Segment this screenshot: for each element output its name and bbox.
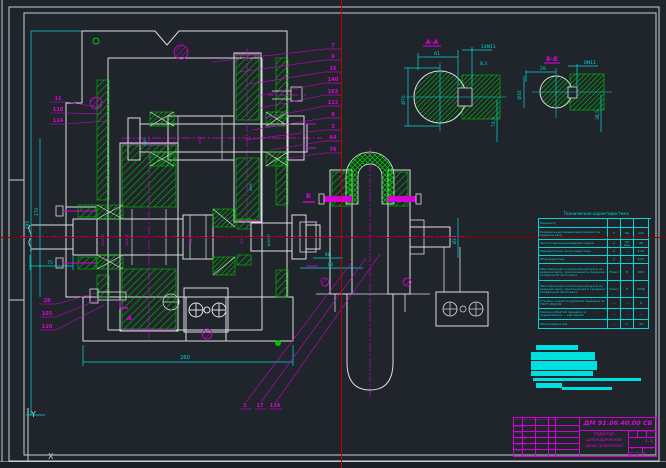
svg-text:Ø40H7: Ø40H7: [266, 234, 271, 246]
svg-text:Ø30k6: Ø30k6: [100, 233, 105, 245]
table-row: Частота вращения ведомого валаnоб/мин28: [539, 240, 651, 248]
nkontr-label: Н.контр.: [515, 444, 535, 449]
svg-text:110: 110: [42, 324, 53, 330]
utv-label: Утв.: [515, 450, 535, 455]
svg-text:Ø45k6: Ø45k6: [124, 233, 129, 245]
dim-aa-depth: 8,3: [480, 61, 487, 67]
note-line: [531, 352, 595, 360]
dim-bb-side: 38,5: [595, 110, 601, 120]
table-row: Передаточное число редуктораU—2,52: [539, 248, 651, 256]
table-title: Техническая характеристика: [538, 212, 654, 216]
svg-text:114: 114: [53, 118, 64, 124]
bolts: [56, 38, 306, 346]
table-row: Максимальная консольная нагрузка на ведо…: [539, 264, 651, 281]
section-bb: Б-Б 29 8N11 Ø35 38,5: [516, 56, 612, 132]
cad-window: Y X: [0, 0, 666, 468]
dim-c2: 83: [328, 262, 334, 267]
svg-text:103: 103: [42, 311, 53, 317]
section-aa-label: А-А: [425, 38, 439, 46]
svg-text:Ø40: Ø40: [142, 138, 147, 146]
note-line: [531, 371, 593, 376]
svg-text:9: 9: [331, 54, 335, 60]
svg-text:16: 16: [330, 66, 337, 72]
org-name: каф. Детали машин: [629, 452, 656, 456]
note-line: [531, 361, 597, 370]
table-row: Степень точности зубчатой передачи по ГО…: [539, 298, 651, 309]
svg-text:28: 28: [44, 298, 51, 304]
svg-text:17: 17: [257, 403, 264, 409]
section-mark-b: Б: [306, 192, 311, 200]
scale-label: Масштаб: [646, 431, 656, 436]
doc-number: ДМ 91.06.40.00 СБ: [580, 420, 656, 430]
coupling: [300, 148, 488, 398]
razrab-label: Разраб.: [515, 426, 535, 431]
note-line: [536, 383, 562, 388]
note-line: [562, 387, 612, 390]
svg-text:3: 3: [331, 124, 335, 130]
table-row: Максимальная консольная нагрузка на веду…: [539, 281, 651, 298]
dim-height: 495: [25, 221, 31, 230]
svg-text:76: 76: [330, 147, 337, 153]
drain-plug: [202, 329, 212, 339]
title-block: Изм. Лист № докум. Подп. Дата Разраб. Пр…: [513, 417, 657, 457]
lit-label: Лит.: [629, 431, 637, 436]
svg-text:110: 110: [53, 107, 64, 113]
svg-text:112: 112: [328, 100, 339, 106]
ucs-x-label: X: [48, 452, 54, 461]
callouts-left-lower: 28 103 110: [39, 293, 104, 330]
table-row: Номинальный вращающий момент на ведомом …: [539, 228, 651, 240]
svg-text:11: 11: [55, 96, 62, 102]
crosshair-horizontal: [0, 237, 666, 238]
svg-text:140: 140: [328, 77, 339, 83]
svg-text:64: 64: [330, 135, 337, 141]
section-aa: А-А 61 14N11 8,3 Ø70 74,5: [400, 38, 506, 142]
section-mark-a: А: [127, 314, 132, 322]
dim-stub: 75: [47, 260, 53, 266]
note-line: [536, 345, 578, 350]
dim-bb-dia: Ø35: [516, 90, 523, 99]
table-row: Смазка зубчатой передачи и подшипников —…: [539, 309, 651, 320]
section-bb-label: Б-Б: [546, 56, 558, 63]
crosshair-vertical: [341, 0, 342, 468]
svg-text:8: 8: [331, 112, 335, 118]
table-row: КПД редуктораη—0,97: [539, 256, 651, 264]
dim-base: 260: [180, 355, 190, 361]
drawing-name-3: одноступенчатый: [580, 444, 628, 450]
dim-aa-dia: Ø70: [400, 95, 407, 104]
tkontr-label: Т.контр.: [515, 438, 535, 443]
title-block-header: Изм. Лист № докум. Подп. Дата: [515, 419, 578, 425]
dim-aa-side: 74,5: [491, 117, 497, 127]
table-row: Масса редуктора—кг44: [539, 320, 651, 329]
callouts-bottom: 1 17 134: [240, 254, 380, 409]
svg-text:Ø55: Ø55: [248, 183, 253, 190]
note-line: [533, 378, 641, 381]
dim-aa-key: 14N11: [481, 44, 496, 50]
svg-text:1: 1: [243, 403, 247, 409]
svg-text:7: 7: [331, 43, 335, 49]
dim-c1: 68: [325, 252, 331, 257]
oil-plug: [174, 45, 188, 59]
svg-text:Ø95: Ø95: [197, 136, 202, 143]
mass-label: Масса: [638, 431, 646, 436]
table-header-row: Параметр: [539, 219, 651, 228]
scale-value: 1:1: [642, 439, 656, 447]
svg-text:163: 163: [328, 89, 339, 95]
tech-characteristics-table: Техническая характеристика Параметр Номи…: [538, 212, 654, 329]
prov-label: Пров.: [515, 432, 535, 437]
dim-mid: 170: [34, 208, 40, 217]
dim-aa-width: 61: [434, 51, 440, 57]
svg-text:134: 134: [270, 403, 281, 409]
status-bar: [0, 462, 666, 468]
dim-bb-key: 8N11: [584, 60, 596, 66]
ucs-icon: Y X: [28, 408, 54, 462]
dim-bb-width: 29: [540, 66, 546, 72]
